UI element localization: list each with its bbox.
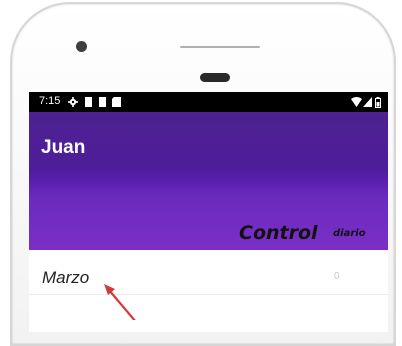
earpiece-grille xyxy=(180,46,260,48)
notification-icon xyxy=(99,97,106,107)
status-time: 7:15 xyxy=(39,95,61,107)
front-camera xyxy=(76,41,87,52)
proximity-sensor xyxy=(200,73,230,82)
month-count: 0 xyxy=(334,271,340,282)
signal-icon xyxy=(363,97,372,107)
banner-title: Control xyxy=(239,222,318,244)
battery-icon xyxy=(375,97,381,108)
download-icon xyxy=(112,97,121,107)
screen: 7:15 Juan Control diario Marzo 0 xyxy=(29,92,388,332)
month-label: Marzo xyxy=(42,268,90,287)
status-bar: 7:15 xyxy=(29,92,388,112)
wifi-icon xyxy=(351,97,362,107)
divider xyxy=(29,294,388,295)
list-item[interactable]: Marzo 0 xyxy=(29,250,388,294)
app-title: Juan xyxy=(41,137,86,158)
app-bar: Juan Control diario xyxy=(29,112,388,250)
settings-icon xyxy=(68,97,78,107)
banner-subtitle: diario xyxy=(333,228,366,239)
notification-icon xyxy=(85,97,92,107)
